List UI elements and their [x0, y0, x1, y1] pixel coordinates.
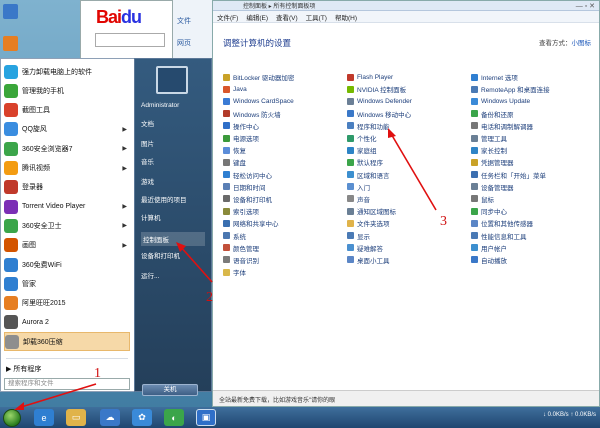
- arrow-1: [17, 383, 97, 409]
- arrow-3: [389, 131, 437, 211]
- arrowhead-1: [14, 402, 24, 410]
- annotation-1: 1: [94, 366, 101, 381]
- annotation-3: 3: [440, 214, 447, 229]
- arrowhead-3: [388, 128, 396, 138]
- arrow-2: [179, 245, 213, 283]
- annotation-overlay: [14, 128, 437, 410]
- annotation-2: 2: [206, 290, 213, 305]
